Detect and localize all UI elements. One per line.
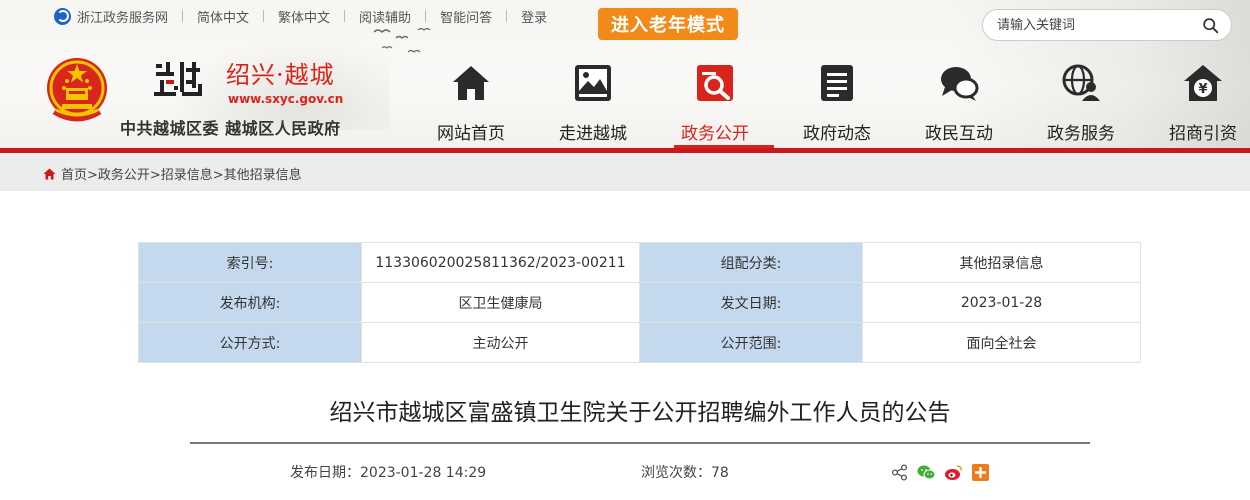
category-value: 其他招录信息 bbox=[862, 242, 1141, 283]
divider bbox=[182, 10, 184, 22]
brand-url: www.sxyc.gov.cn bbox=[228, 92, 344, 106]
nav-item-investment[interactable]: ¥ 招商引资 bbox=[1142, 58, 1250, 148]
nav-label: 招商引资 bbox=[1169, 124, 1237, 144]
publisher-label: 发布机构: bbox=[138, 282, 362, 323]
nav-label: 网站首页 bbox=[437, 124, 505, 144]
document-search-icon bbox=[697, 65, 733, 101]
top-bar: 浙江政务服务网 简体中文 繁体中文 阅读辅助 智能问答 登录 bbox=[54, 6, 547, 26]
category-label: 组配分类: bbox=[639, 242, 863, 283]
traditional-chinese-link[interactable]: 繁体中文 bbox=[278, 7, 330, 26]
svg-text:¥: ¥ bbox=[1198, 82, 1207, 97]
publisher-value: 区卫生健康局 bbox=[361, 282, 640, 323]
nav-item-interaction[interactable]: 政民互动 bbox=[898, 58, 1020, 148]
smart-qa-link[interactable]: 智能问答 bbox=[440, 7, 492, 26]
home-icon bbox=[453, 66, 489, 100]
nav-label: 政务服务 bbox=[1047, 124, 1115, 144]
nav-label: 政务公开 bbox=[681, 124, 749, 144]
search-icon[interactable] bbox=[1202, 17, 1219, 34]
weibo-icon[interactable] bbox=[944, 463, 963, 482]
news-icon bbox=[821, 65, 853, 101]
index-label: 索引号: bbox=[138, 242, 362, 283]
nav-item-gov-affairs[interactable]: 政务公开 bbox=[654, 58, 776, 148]
breadcrumb-path[interactable]: 首页>政务公开>招录信息>其他招录信息 bbox=[61, 164, 302, 183]
divider bbox=[425, 10, 427, 22]
nav-item-about[interactable]: 走进越城 bbox=[532, 58, 654, 148]
site-header: 浙江政务服务网 简体中文 繁体中文 阅读辅助 智能问答 登录 进入老年模式 请输… bbox=[0, 0, 1250, 148]
yen-house-icon: ¥ bbox=[1184, 65, 1222, 101]
share-icon[interactable] bbox=[890, 463, 909, 482]
divider bbox=[344, 10, 346, 22]
elder-mode-button[interactable]: 进入老年模式 bbox=[598, 8, 738, 40]
zhejiang-portal-icon bbox=[54, 7, 71, 25]
index-value: 11330602002581136​2/2023-00211 bbox=[361, 242, 640, 283]
organization-name: 中共越城区委 越城区人民政府 bbox=[120, 119, 341, 138]
nav-item-services[interactable]: 政务服务 bbox=[1020, 58, 1142, 148]
disclosure-scope-label: 公开范围: bbox=[639, 322, 863, 363]
globe-user-icon bbox=[1062, 64, 1100, 101]
search-input[interactable] bbox=[997, 16, 1187, 34]
document-date-label: 发文日期: bbox=[639, 282, 863, 323]
yuecheng-logo-icon bbox=[154, 62, 202, 96]
search-box bbox=[982, 9, 1232, 41]
nav-label: 政民互动 bbox=[925, 124, 993, 144]
login-link[interactable]: 登录 bbox=[521, 7, 547, 26]
table-row: 公开方式: 主动公开 公开范围: 面向全社会 bbox=[138, 322, 1141, 363]
publish-date: 发布日期：2023-01-28 14:29 bbox=[290, 465, 487, 481]
table-row: 索引号: 11330602002581136​2/2023-00211 组配分类… bbox=[138, 242, 1141, 283]
nav-label: 走进越城 bbox=[559, 124, 627, 144]
brand-name: 绍兴·越城 bbox=[226, 61, 335, 89]
nav-label: 政府动态 bbox=[803, 124, 871, 144]
wechat-icon[interactable] bbox=[917, 463, 936, 482]
article-title: 绍兴市越城区富盛镇卫生院关于公开招聘编外工作人员的公告 bbox=[329, 400, 951, 426]
more-share-icon[interactable] bbox=[971, 463, 990, 482]
disclosure-scope-value: 面向全社会 bbox=[862, 322, 1141, 363]
divider bbox=[263, 10, 265, 22]
nav-item-home[interactable]: 网站首页 bbox=[410, 58, 532, 148]
simplified-chinese-link[interactable]: 简体中文 bbox=[197, 7, 249, 26]
table-row: 发布机构: 区卫生健康局 发文日期: 2023-01-28 bbox=[138, 282, 1141, 323]
title-divider bbox=[190, 442, 1090, 444]
metadata-table: 索引号: 11330602002581136​2/2023-00211 组配分类… bbox=[138, 242, 1141, 363]
nav-item-gov-news[interactable]: 政府动态 bbox=[776, 58, 898, 148]
main-nav: 网站首页 走进越城 政务公开 政府动态 政民互动 政务服务 ¥ 招商引资 bbox=[410, 58, 1250, 148]
chat-icon bbox=[941, 67, 979, 101]
reading-assist-link[interactable]: 阅读辅助 bbox=[359, 7, 411, 26]
document-date-value: 2023-01-28 bbox=[862, 282, 1141, 323]
picture-icon bbox=[575, 65, 611, 101]
breadcrumb: 首页>政务公开>招录信息>其他招录信息 bbox=[43, 164, 302, 183]
breadcrumb-bar: 首页>政务公开>招录信息>其他招录信息 bbox=[0, 153, 1250, 191]
portal-link[interactable]: 浙江政务服务网 bbox=[77, 7, 168, 26]
share-bar bbox=[890, 463, 990, 482]
home-icon bbox=[43, 168, 56, 179]
disclosure-mode-label: 公开方式: bbox=[138, 322, 362, 363]
disclosure-mode-value: 主动公开 bbox=[361, 322, 640, 363]
divider bbox=[506, 10, 508, 22]
national-emblem-icon bbox=[47, 58, 107, 122]
view-count: 浏览次数：78 bbox=[641, 465, 729, 481]
